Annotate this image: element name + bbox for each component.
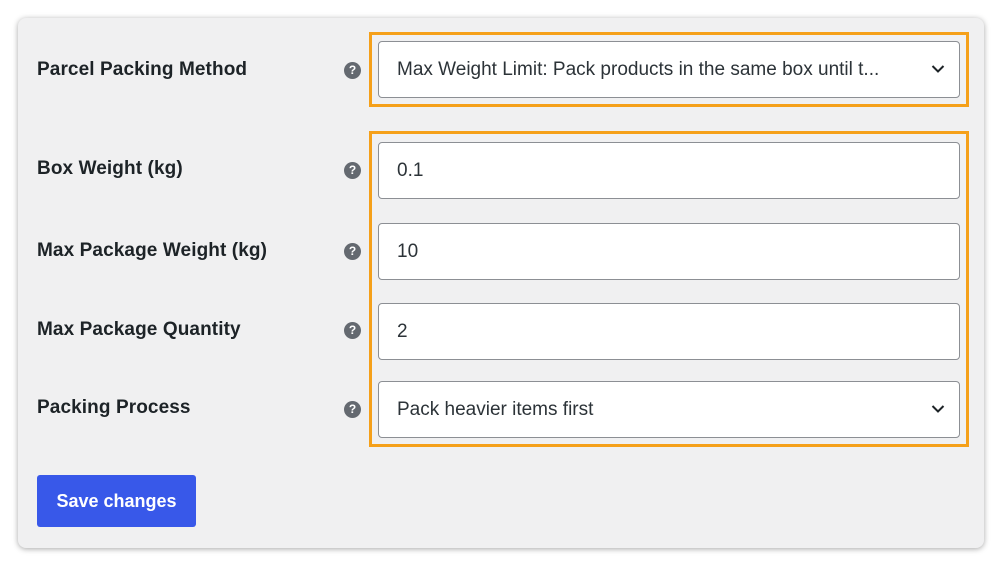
packing-process-value: Pack heavier items first [397, 399, 594, 420]
question-circle-icon[interactable]: ? [344, 322, 361, 339]
parcel-packing-method-value: Max Weight Limit: Pack products in the s… [397, 59, 880, 80]
packing-process-select[interactable]: Pack heavier items first [378, 381, 960, 438]
parcel-packing-method-label: Parcel Packing Method [37, 59, 248, 80]
max-package-quantity-input[interactable]: 2 [378, 303, 960, 360]
question-circle-icon[interactable]: ? [344, 243, 361, 260]
question-circle-icon[interactable]: ? [344, 62, 361, 79]
max-package-weight-label: Max Package Weight (kg) [37, 240, 268, 261]
max-package-quantity-label: Max Package Quantity [37, 319, 241, 340]
save-changes-button[interactable]: Save changes [37, 475, 196, 527]
chevron-down-icon [931, 65, 945, 73]
packing-process-label: Packing Process [37, 397, 191, 418]
box-weight-label: Box Weight (kg) [37, 158, 183, 179]
parcel-packing-method-select[interactable]: Max Weight Limit: Pack products in the s… [378, 41, 960, 98]
chevron-down-icon [931, 405, 945, 413]
question-circle-icon[interactable]: ? [344, 162, 361, 179]
box-weight-input[interactable]: 0.1 [378, 142, 960, 199]
question-circle-icon[interactable]: ? [344, 401, 361, 418]
max-package-weight-input[interactable]: 10 [378, 223, 960, 280]
